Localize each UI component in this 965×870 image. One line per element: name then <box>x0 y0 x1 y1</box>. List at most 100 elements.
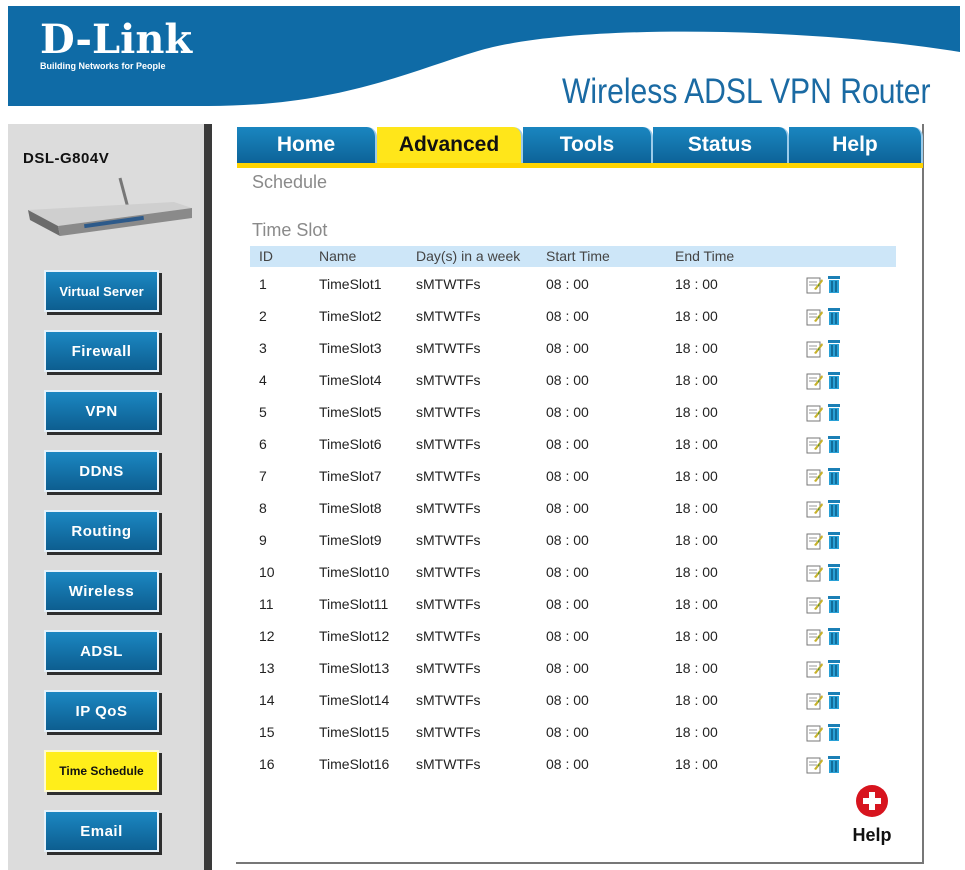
cell-end: 18 : 00 <box>675 500 718 516</box>
table-row: 16 TimeSlot16 sMTWTFs 08 : 00 18 : 00 <box>250 756 896 788</box>
table-row: 2 TimeSlot2 sMTWTFs 08 : 00 18 : 00 <box>250 308 896 340</box>
trash-icon[interactable] <box>826 339 842 359</box>
dlink-logo: D-Link Building Networks for People <box>40 16 193 72</box>
edit-icon[interactable] <box>806 436 824 454</box>
cell-days: sMTWTFs <box>416 308 481 324</box>
edit-icon[interactable] <box>806 692 824 710</box>
cell-end: 18 : 00 <box>675 660 718 676</box>
section-title: Time Slot <box>252 220 328 240</box>
cell-id: 16 <box>259 756 275 772</box>
cell-end: 18 : 00 <box>675 340 718 356</box>
tab-label: Tools <box>559 133 615 156</box>
plus-circle-icon <box>856 785 888 817</box>
sidebar-item-wireless[interactable]: Wireless <box>44 570 159 612</box>
tab-home[interactable]: Home <box>237 127 377 163</box>
cell-days: sMTWTFs <box>416 404 481 420</box>
tab-label: Advanced <box>398 133 500 156</box>
logo-brand: D-Link <box>40 16 193 63</box>
table-row: 5 TimeSlot5 sMTWTFs 08 : 00 18 : 00 <box>250 404 896 436</box>
cell-name: TimeSlot13 <box>319 660 390 676</box>
cell-start: 08 : 00 <box>546 276 589 292</box>
edit-icon[interactable] <box>806 404 824 422</box>
trash-icon[interactable] <box>826 371 842 391</box>
sidebar-item-routing[interactable]: Routing <box>44 510 159 552</box>
sidebar-item-label: Firewall <box>71 342 132 360</box>
cell-start: 08 : 00 <box>546 660 589 676</box>
edit-icon[interactable] <box>806 756 824 774</box>
device-model: DSL-G804V <box>23 150 110 167</box>
cell-name: TimeSlot2 <box>319 308 382 324</box>
tab-label: Help <box>832 133 878 156</box>
sidebar-item-vpn[interactable]: VPN <box>44 390 159 432</box>
cell-id: 2 <box>259 308 267 324</box>
tab-help[interactable]: Help <box>789 127 923 163</box>
cell-days: sMTWTFs <box>416 468 481 484</box>
trash-icon[interactable] <box>826 659 842 679</box>
panel-divider <box>204 124 212 870</box>
trash-icon[interactable] <box>826 467 842 487</box>
edit-icon[interactable] <box>806 372 824 390</box>
cell-name: TimeSlot5 <box>319 404 382 420</box>
sidebar-item-label: DDNS <box>79 462 124 480</box>
sidebar-item-time-schedule[interactable]: Time Schedule <box>44 750 159 792</box>
cell-start: 08 : 00 <box>546 756 589 772</box>
cell-start: 08 : 00 <box>546 692 589 708</box>
edit-icon[interactable] <box>806 532 824 550</box>
sidebar-item-adsl[interactable]: ADSL <box>44 630 159 672</box>
router-image <box>28 177 192 236</box>
trash-icon[interactable] <box>826 627 842 647</box>
trash-icon[interactable] <box>826 755 842 775</box>
cell-start: 08 : 00 <box>546 724 589 740</box>
cell-id: 11 <box>259 596 274 612</box>
cell-name: TimeSlot15 <box>319 724 390 740</box>
cell-days: sMTWTFs <box>416 276 481 292</box>
sidebar-item-email[interactable]: Email <box>44 810 159 852</box>
edit-icon[interactable] <box>806 596 824 614</box>
tab-advanced[interactable]: Advanced <box>377 127 523 163</box>
cell-name: TimeSlot10 <box>319 564 390 580</box>
cell-end: 18 : 00 <box>675 692 718 708</box>
table-row: 10 TimeSlot10 sMTWTFs 08 : 00 18 : 00 <box>250 564 896 596</box>
trash-icon[interactable] <box>826 435 842 455</box>
trash-icon[interactable] <box>826 563 842 583</box>
edit-icon[interactable] <box>806 468 824 486</box>
trash-icon[interactable] <box>826 595 842 615</box>
cell-start: 08 : 00 <box>546 596 589 612</box>
trash-icon[interactable] <box>826 691 842 711</box>
edit-icon[interactable] <box>806 500 824 518</box>
top-tabs: Home Advanced Tools Status Help <box>237 127 923 163</box>
tab-tools[interactable]: Tools <box>523 127 653 163</box>
cell-id: 12 <box>259 628 275 644</box>
table-row: 11 TimeSlot11 sMTWTFs 08 : 00 18 : 00 <box>250 596 896 628</box>
table-row: 3 TimeSlot3 sMTWTFs 08 : 00 18 : 00 <box>250 340 896 372</box>
help-button[interactable]: Help <box>848 784 896 846</box>
sidebar-item-virtual-server[interactable]: Virtual Server <box>44 270 159 312</box>
sidebar-item-ip-qos[interactable]: IP QoS <box>44 690 159 732</box>
sidebar-item-ddns[interactable]: DDNS <box>44 450 159 492</box>
cell-id: 4 <box>259 372 267 388</box>
edit-icon[interactable] <box>806 628 824 646</box>
edit-icon[interactable] <box>806 308 824 326</box>
cell-name: TimeSlot8 <box>319 500 382 516</box>
sidebar-item-label: Virtual Server <box>59 283 144 299</box>
cell-start: 08 : 00 <box>546 564 589 580</box>
cell-id: 3 <box>259 340 267 356</box>
trash-icon[interactable] <box>826 531 842 551</box>
table-row: 9 TimeSlot9 sMTWTFs 08 : 00 18 : 00 <box>250 532 896 564</box>
edit-icon[interactable] <box>806 276 824 294</box>
edit-icon[interactable] <box>806 340 824 358</box>
cell-id: 1 <box>259 276 267 292</box>
sidebar-item-firewall[interactable]: Firewall <box>44 330 159 372</box>
trash-icon[interactable] <box>826 307 842 327</box>
cell-start: 08 : 00 <box>546 628 589 644</box>
trash-icon[interactable] <box>826 499 842 519</box>
edit-icon[interactable] <box>806 564 824 582</box>
cell-id: 10 <box>259 564 275 580</box>
tab-status[interactable]: Status <box>653 127 789 163</box>
cell-name: TimeSlot9 <box>319 532 382 548</box>
trash-icon[interactable] <box>826 723 842 743</box>
trash-icon[interactable] <box>826 275 842 295</box>
edit-icon[interactable] <box>806 724 824 742</box>
edit-icon[interactable] <box>806 660 824 678</box>
trash-icon[interactable] <box>826 403 842 423</box>
